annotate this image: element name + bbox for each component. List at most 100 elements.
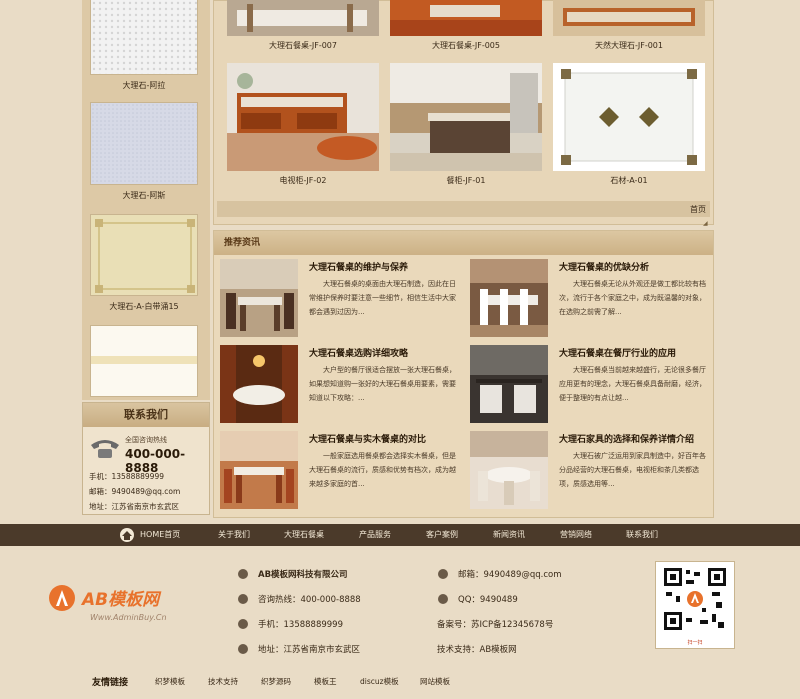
news-summary: 一般家庭选用餐桌都会选择实木餐桌，但是大理石餐桌的流行，质感和优势有档次，成为越… xyxy=(309,452,456,488)
nav-cases[interactable]: 客户案例 xyxy=(426,524,458,546)
gallery-item[interactable]: 餐柜-JF-01 xyxy=(390,63,542,186)
gallery-item[interactable]: 石材-A-01 xyxy=(553,63,705,186)
gallery-item[interactable]: 电视柜-JF-02 xyxy=(227,63,379,186)
news-headline[interactable]: 大理石家具的选择和保养详情介绍 xyxy=(559,432,694,445)
nav-home[interactable]: HOME首页 xyxy=(140,524,180,546)
sidebar-product[interactable]: 大理石-A-白带涌15 xyxy=(90,214,198,312)
footer-address: 地址：江苏省南京市玄武区 xyxy=(258,645,361,655)
logo-sub-text: Www.AdminBuy.Cn xyxy=(90,613,167,622)
news-summary: 大户型的餐厅很适合摆放一张大理石餐桌，如果想知道购一张好的大理石餐桌用要素，需要… xyxy=(309,366,456,402)
telephone-icon xyxy=(89,437,121,459)
news-image[interactable] xyxy=(220,259,298,337)
product-thumb[interactable] xyxy=(90,214,198,296)
site-logo[interactable]: AB模板网 Www.AdminBuy.Cn xyxy=(48,584,198,634)
page: 大理石-阿拉 大理石-阿斯 大理石-A-白带涌15 联系我们 全国咨询热线 40… xyxy=(0,0,800,699)
footer-email[interactable]: 邮箱：9490489@qq.com xyxy=(458,568,562,580)
news-headline[interactable]: 大理石餐桌的维护与保养 xyxy=(309,260,408,273)
footer-qq[interactable]: QQ：9490489 xyxy=(458,593,518,605)
friend-link[interactable]: 技术支持 xyxy=(208,676,238,687)
news-item[interactable]: 大理石餐桌在餐厅行业的应用 大理石餐桌当前越来越盛行，无论很多餐厅应用更有的理念… xyxy=(470,345,715,423)
sidebar-products: 大理石-阿拉 大理石-阿斯 大理石-A-白带涌15 xyxy=(82,0,210,400)
product-caption[interactable]: 餐柜-JF-01 xyxy=(390,175,542,186)
pagination-bar: 首页 xyxy=(217,201,710,217)
sidebar-product[interactable]: 大理石-阿拉 xyxy=(90,0,198,91)
product-caption[interactable]: 天然大理石-JF-001 xyxy=(553,40,705,51)
contact-address: 地址：江苏省南京市玄武区 xyxy=(89,502,179,511)
qr-code: 扫一扫 xyxy=(655,561,735,649)
phone-icon xyxy=(238,594,248,604)
product-thumb[interactable] xyxy=(90,325,198,397)
footer-mobile: 手机：13588889999 xyxy=(258,620,343,630)
home-icon[interactable] xyxy=(120,528,134,542)
news-headline[interactable]: 大理石餐桌的优缺分析 xyxy=(559,260,649,273)
main-nav: HOME首页 关于我们 大理石餐桌 产品服务 客户案例 新闻资讯 营销网络 联系… xyxy=(0,524,800,546)
product-caption[interactable]: 大理石餐桌-JF-007 xyxy=(227,40,379,51)
friend-link[interactable]: discuz模板 xyxy=(360,676,399,687)
qq-icon xyxy=(438,594,448,604)
product-image[interactable] xyxy=(553,0,705,36)
news-item[interactable]: 大理石餐桌与实木餐桌的对比 一般家庭选用餐桌都会选择实木餐桌，但是大理石餐桌的流… xyxy=(220,431,465,509)
footer-icp[interactable]: 备案号：苏ICP备12345678号 xyxy=(437,618,553,630)
product-image[interactable] xyxy=(227,0,379,36)
news-image[interactable] xyxy=(220,345,298,423)
email-icon xyxy=(438,569,448,579)
mobile-icon xyxy=(238,619,248,629)
product-caption[interactable]: 电视柜-JF-02 xyxy=(227,175,379,186)
product-caption[interactable]: 大理石-阿斯 xyxy=(90,190,198,201)
nav-network[interactable]: 营销网络 xyxy=(560,524,592,546)
nav-products[interactable]: 产品服务 xyxy=(359,524,391,546)
news-summary: 大理石餐桌的桌面由大理石制造，因此在日常维护保养时要注意一些细节，相信生活中大家… xyxy=(309,280,456,316)
first-page-link[interactable]: 首页 xyxy=(690,204,706,215)
contact-email: 邮箱：9490489@qq.com xyxy=(89,487,181,496)
news-summary: 大理石餐桌当前越来越盛行，无论很多餐厅应用更有的理念，大理石餐桌具备耐磨，经济，… xyxy=(559,366,706,402)
footer-support[interactable]: 技术支持：AB模板网 xyxy=(437,643,517,655)
hotline-label: 全国咨询热线 xyxy=(125,436,167,444)
nav-marble-table[interactable]: 大理石餐桌 xyxy=(284,524,324,546)
news-summary: 大理石餐桌无论从外观还是做工都比较有档次，流行于各个家庭之中，成为既温馨的对象，… xyxy=(559,280,706,316)
news-headline[interactable]: 大理石餐桌与实木餐桌的对比 xyxy=(309,432,426,445)
news-headline[interactable]: 大理石餐桌在餐厅行业的应用 xyxy=(559,346,676,359)
friend-link[interactable]: 网站模板 xyxy=(420,676,450,687)
scroll-arrow-icon[interactable]: ◢ xyxy=(703,220,708,227)
news-item[interactable]: 大理石餐桌的维护与保养 大理石餐桌的桌面由大理石制造，因此在日常维护保养时要注意… xyxy=(220,259,465,337)
product-image[interactable] xyxy=(553,63,705,171)
product-image[interactable] xyxy=(227,63,379,171)
friend-link[interactable]: 织梦模板 xyxy=(155,676,185,687)
news-image[interactable] xyxy=(470,431,548,509)
friend-link[interactable]: 模板王 xyxy=(314,676,337,687)
friend-link[interactable]: 织梦源码 xyxy=(261,676,291,687)
sidebar-product[interactable] xyxy=(90,325,198,397)
footer: AB模板网 Www.AdminBuy.Cn AB模板网科技有限公司 咨询热线：4… xyxy=(0,546,800,699)
product-thumb[interactable] xyxy=(90,0,198,75)
company-name: AB模板网科技有限公司 xyxy=(258,570,348,580)
news-summary: 大理石被广泛运用到家具制造中，好百年各分品经营的大理石餐桌，电视柜和茶几类都选项… xyxy=(559,452,706,488)
product-caption[interactable]: 石材-A-01 xyxy=(553,175,705,186)
sidebar-product[interactable]: 大理石-阿斯 xyxy=(90,102,198,201)
contact-phone: 手机：13588889999 xyxy=(89,472,164,481)
links-label: 友情链接 xyxy=(92,678,129,688)
product-caption[interactable]: 大理石-A-白带涌15 xyxy=(90,301,198,312)
footer-hotline: 咨询热线：400-000-8888 xyxy=(258,595,361,605)
nav-about[interactable]: 关于我们 xyxy=(218,524,250,546)
news-title: 推荐资讯 xyxy=(214,231,713,255)
news-image[interactable] xyxy=(470,259,548,337)
news-headline[interactable]: 大理石餐桌选购详细攻略 xyxy=(309,346,408,359)
contact-title: 联系我们 xyxy=(83,403,209,427)
friend-links: 友情链接 织梦模板 技术支持 织梦源码 模板王 discuz模板 网站模板 xyxy=(0,671,800,699)
product-thumb[interactable] xyxy=(90,102,198,185)
product-image[interactable] xyxy=(390,0,542,36)
building-icon xyxy=(238,569,248,579)
location-icon xyxy=(238,644,248,654)
product-image[interactable] xyxy=(390,63,542,171)
nav-contact[interactable]: 联系我们 xyxy=(626,524,658,546)
contact-box: 联系我们 全国咨询热线 400-000-8888 手机：13588889999 … xyxy=(82,402,210,515)
news-item[interactable]: 大理石家具的选择和保养详情介绍 大理石被广泛运用到家具制造中，好百年各分品经营的… xyxy=(470,431,715,509)
news-image[interactable] xyxy=(220,431,298,509)
product-caption[interactable]: 大理石餐桌-JF-005 xyxy=(390,40,542,51)
product-caption[interactable]: 大理石-阿拉 xyxy=(90,80,198,91)
news-image[interactable] xyxy=(470,345,548,423)
nav-news[interactable]: 新闻资讯 xyxy=(493,524,525,546)
news-item[interactable]: 大理石餐桌选购详细攻略 大户型的餐厅很适合摆放一张大理石餐桌，如果想知道购一张好… xyxy=(220,345,465,423)
news-item[interactable]: 大理石餐桌的优缺分析 大理石餐桌无论从外观还是做工都比较有档次，流行于各个家庭之… xyxy=(470,259,715,337)
logo-main-text: AB模板网 xyxy=(80,590,162,610)
